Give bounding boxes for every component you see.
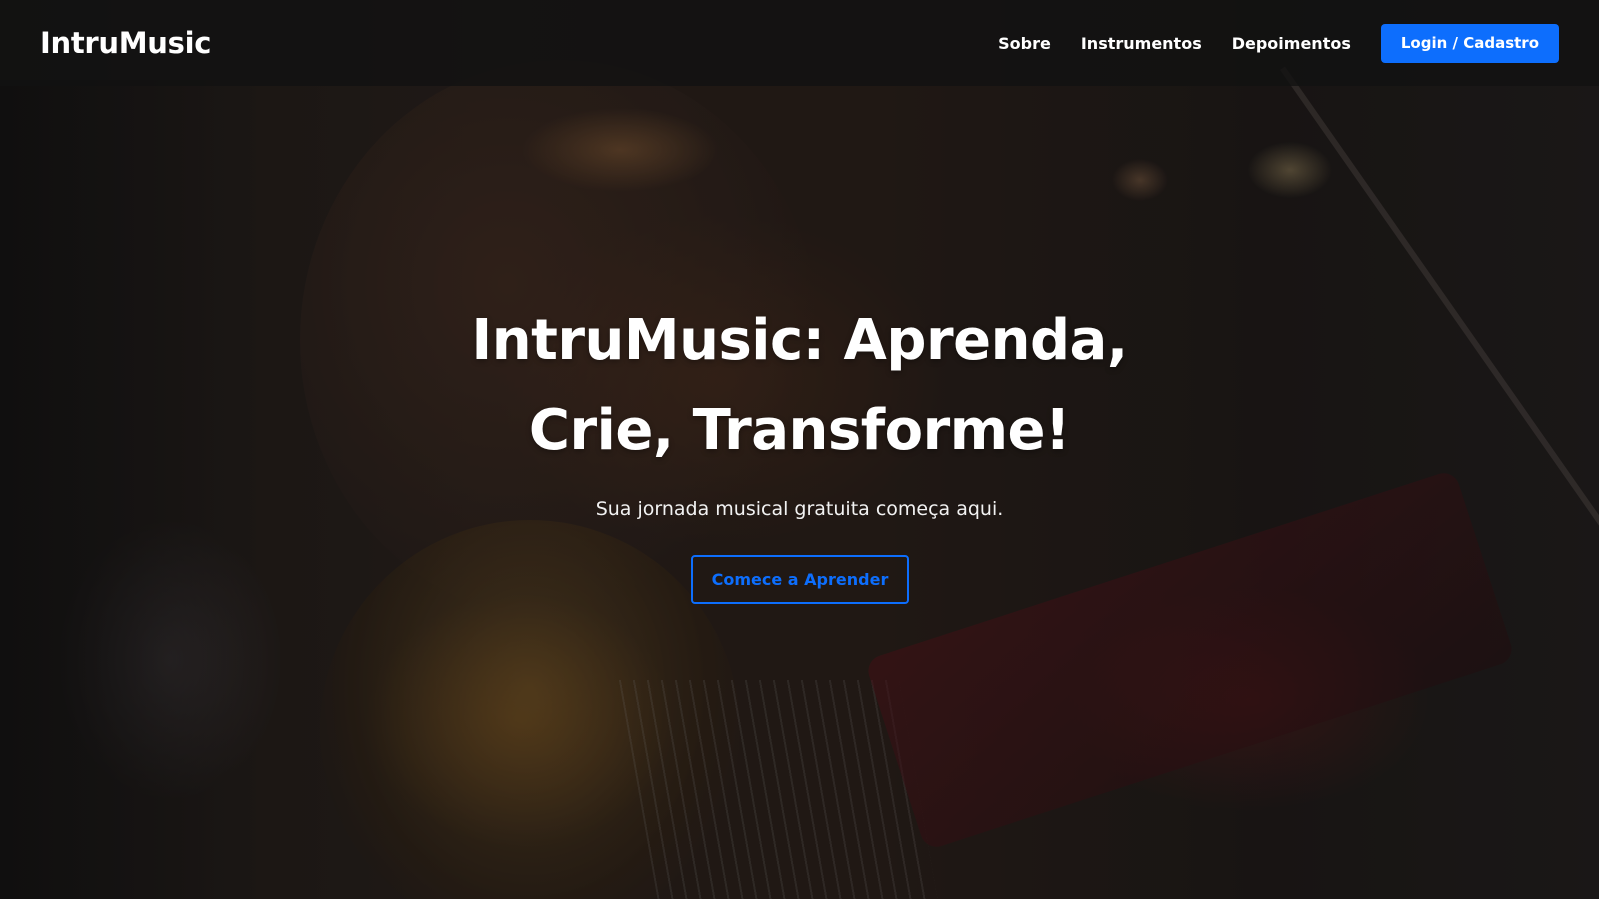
site-header: IntruMusic Sobre Instrumentos Depoimento… [0,0,1599,86]
hero-section: IntruMusic: Aprenda, Crie, Transforme! S… [0,86,1599,899]
site-logo[interactable]: IntruMusic [40,26,211,60]
hero-subtitle: Sua jornada musical gratuita começa aqui… [595,498,1004,520]
hero-title: IntruMusic: Aprenda, Crie, Transforme! [0,296,1599,476]
page: IntruMusic Sobre Instrumentos Depoimento… [0,0,1599,899]
nav-link-sobre[interactable]: Sobre [998,34,1051,53]
hero-title-line-1: IntruMusic: Aprenda, [471,308,1128,373]
nav-link-depoimentos[interactable]: Depoimentos [1232,34,1351,53]
login-signup-button[interactable]: Login / Cadastro [1380,23,1559,63]
start-learning-button[interactable]: Comece a Aprender [691,555,909,604]
nav-link-instrumentos[interactable]: Instrumentos [1081,34,1202,53]
hero-title-line-2: Crie, Transforme! [528,398,1071,463]
main-nav: Sobre Instrumentos Depoimentos Login / C… [968,23,1559,63]
